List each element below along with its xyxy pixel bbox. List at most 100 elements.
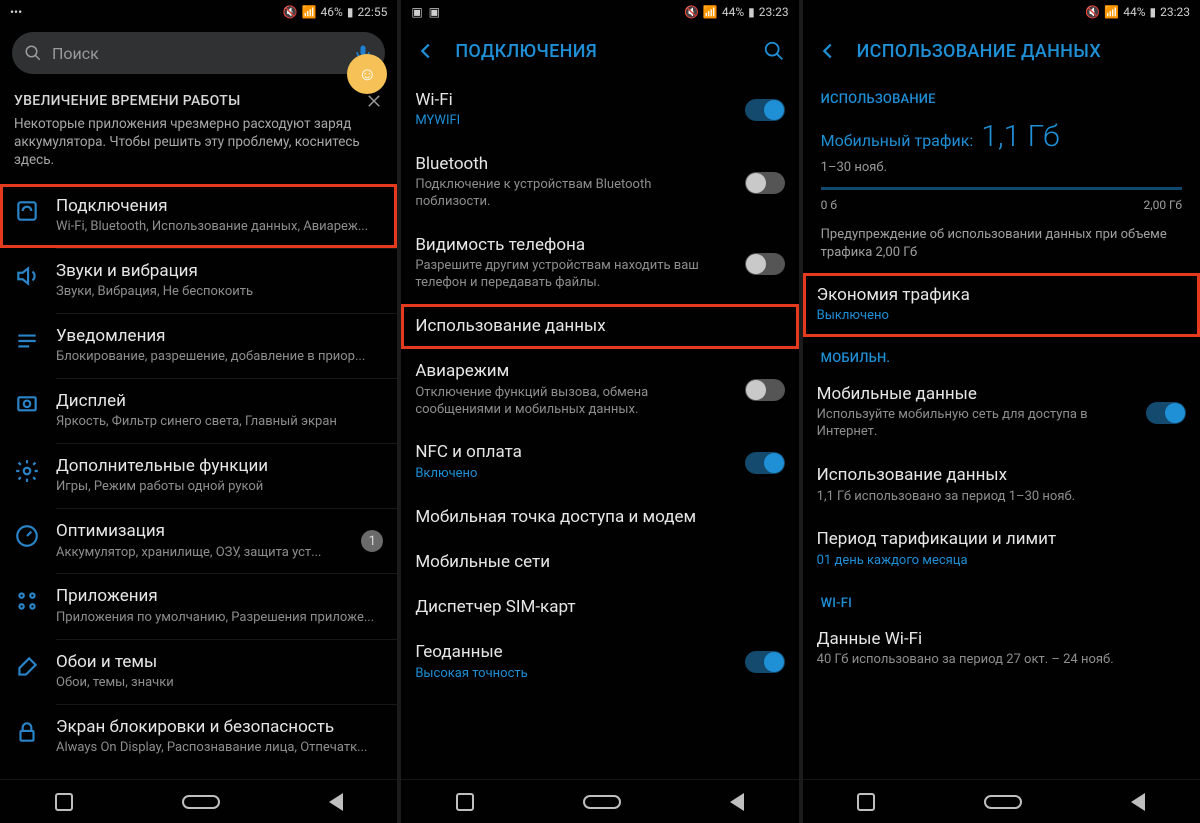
- more-icon: •••: [10, 5, 22, 19]
- battery-banner[interactable]: УВЕЛИЧЕНИЕ ВРЕМЕНИ РАБОТЫ Некоторые прил…: [0, 82, 397, 184]
- row-title: Диспетчер SIM-карт: [415, 597, 784, 618]
- statusbar: ▣ ▣ 🔇 📶 44% ▮ 23:23: [401, 0, 798, 24]
- connections-list[interactable]: Wi-Fi MYWIFI Bluetooth Подключение к уст…: [401, 78, 798, 779]
- back-icon[interactable]: [415, 40, 437, 62]
- row-connections[interactable]: Подключения Wi-Fi, Bluetooth, Использова…: [0, 184, 397, 248]
- row-mobile-data[interactable]: Мобильные данные Используйте мобильную с…: [803, 372, 1200, 453]
- row-title: Экран блокировки и безопасность: [56, 717, 383, 738]
- banner-title: УВЕЛИЧЕНИЕ ВРЕМЕНИ РАБОТЫ: [14, 92, 383, 111]
- nfc-toggle[interactable]: [745, 452, 785, 474]
- usage-label: Мобильный трафик:: [821, 131, 974, 150]
- nav-home[interactable]: [182, 795, 220, 809]
- wifi-toggle[interactable]: [745, 99, 785, 121]
- close-icon[interactable]: [365, 92, 383, 110]
- row-title: Геоданные: [415, 642, 728, 663]
- row-title: Дополнительные функции: [56, 456, 383, 477]
- row-apps[interactable]: Приложения Приложения по умолчанию, Разр…: [0, 574, 397, 638]
- signal-icon: 📶: [703, 5, 718, 19]
- airplane-toggle[interactable]: [745, 379, 785, 401]
- row-title: Приложения: [56, 586, 383, 607]
- row-nfc[interactable]: NFC и оплата Включено: [401, 430, 798, 494]
- row-data-saver[interactable]: Экономия трафика Выключено: [803, 273, 1200, 337]
- nav-recent[interactable]: [456, 793, 474, 811]
- row-sub: Используйте мобильную сеть для доступа в…: [817, 407, 1130, 441]
- usage-summary[interactable]: Мобильный трафик: 1,1 Гб 1–30 нояб. 0 б …: [803, 113, 1200, 273]
- row-sub: Аккумулятор, хранилище, ОЗУ, защита уст.…: [56, 545, 345, 562]
- row-bluetooth[interactable]: Bluetooth Подключение к устройствам Blue…: [401, 142, 798, 223]
- row-location[interactable]: Геоданные Высокая точность: [401, 630, 798, 694]
- row-sub: 40 Гб использовано за период 27 окт. – 2…: [817, 652, 1186, 669]
- location-toggle[interactable]: [745, 651, 785, 673]
- header-title: ПОДКЛЮЧЕНИЯ: [455, 41, 597, 62]
- row-mobile-networks[interactable]: Мобильные сети: [401, 540, 798, 585]
- row-title: Звуки и вибрация: [56, 261, 383, 282]
- nav-back[interactable]: [1131, 793, 1145, 811]
- wifi-icon: [14, 198, 40, 224]
- nav-recent[interactable]: [857, 793, 875, 811]
- gear-icon: [14, 458, 40, 484]
- header: ИСПОЛЬЗОВАНИЕ ДАННЫХ: [803, 24, 1200, 78]
- clock: 23:23: [759, 5, 789, 19]
- row-title: NFC и оплата: [415, 442, 728, 463]
- row-sub: Always On Display, Распознавание лица, О…: [56, 740, 383, 757]
- row-hotspot[interactable]: Мобильная точка доступа и модем: [401, 495, 798, 540]
- row-sub: Яркость, Фильтр синего света, Главный эк…: [56, 414, 383, 431]
- row-title: Wi-Fi: [415, 90, 728, 111]
- banner-body: Некоторые приложения чрезмерно расходуют…: [14, 115, 383, 170]
- row-sub: Приложения по умолчанию, Разрешения прил…: [56, 610, 383, 627]
- battery-percent: 44%: [1123, 5, 1145, 19]
- mobile-data-toggle[interactable]: [1146, 402, 1186, 424]
- row-title: Использование данных: [817, 465, 1186, 486]
- back-icon[interactable]: [817, 40, 839, 62]
- usage-scale-min: 0 б: [821, 198, 837, 212]
- row-sub: Игры, Режим работы одной рукой: [56, 479, 383, 496]
- row-sub: Выключено: [817, 308, 1186, 325]
- row-sounds[interactable]: Звуки и вибрация Звуки, Вибрация, Не бес…: [0, 249, 397, 313]
- row-sub: 01 день каждого месяца: [817, 553, 1186, 570]
- row-title: Bluetooth: [415, 154, 728, 175]
- clock: 22:55: [357, 5, 387, 19]
- row-optimization[interactable]: Оптимизация Аккумулятор, хранилище, ОЗУ,…: [0, 509, 397, 573]
- settings-list[interactable]: Подключения Wi-Fi, Bluetooth, Использова…: [0, 184, 397, 779]
- row-title: Оптимизация: [56, 521, 345, 542]
- section-wifi-label: WI-FI: [803, 582, 1200, 617]
- clock: 23:23: [1160, 5, 1190, 19]
- row-title: Мобильная точка доступа и модем: [415, 507, 784, 528]
- header-title: ИСПОЛЬЗОВАНИЕ ДАННЫХ: [857, 41, 1101, 62]
- nav-home[interactable]: [984, 795, 1022, 809]
- row-themes[interactable]: Обои и темы Обои, темы, значки: [0, 640, 397, 704]
- screen-settings: ••• 🔇 📶 46% ▮ 22:55 Поиск ☺ УВЕЛИЧЕНИЕ В…: [0, 0, 397, 823]
- nav-home[interactable]: [583, 795, 621, 809]
- row-billing-cycle[interactable]: Период тарификации и лимит 01 день каждо…: [803, 517, 1200, 581]
- nav-back[interactable]: [730, 793, 744, 811]
- row-visibility[interactable]: Видимость телефона Разрешите другим устр…: [401, 223, 798, 304]
- bluetooth-toggle[interactable]: [745, 172, 785, 194]
- row-data-usage[interactable]: Использование данных: [401, 304, 798, 349]
- row-title: Данные Wi-Fi: [817, 629, 1186, 650]
- row-display[interactable]: Дисплей Яркость, Фильтр синего света, Гл…: [0, 379, 397, 443]
- row-mobile-usage[interactable]: Использование данных 1,1 Гб использовано…: [803, 453, 1200, 517]
- row-title: Видимость телефона: [415, 235, 728, 256]
- usage-scale-max: 2,00 Гб: [1143, 198, 1182, 212]
- search-input[interactable]: Поиск: [12, 32, 385, 74]
- signal-icon: 📶: [302, 5, 317, 19]
- search-icon[interactable]: [763, 40, 785, 62]
- mute-icon: 🔇: [1085, 5, 1100, 19]
- visibility-toggle[interactable]: [745, 253, 785, 275]
- nav-back[interactable]: [329, 793, 343, 811]
- row-wifi-usage[interactable]: Данные Wi-Fi 40 Гб использовано за перио…: [803, 617, 1200, 681]
- list-icon: [14, 328, 40, 354]
- row-sim-manager[interactable]: Диспетчер SIM-карт: [401, 585, 798, 630]
- row-sub: MYWIFI: [415, 113, 728, 130]
- row-sub: Разрешите другим устройствам находить ва…: [415, 258, 728, 292]
- row-notifications[interactable]: Уведомления Блокирование, разрешение, до…: [0, 314, 397, 378]
- row-title: Экономия трафика: [817, 285, 1186, 306]
- mute-icon: 🔇: [283, 5, 298, 19]
- navbar: [0, 779, 397, 823]
- battery-icon: ▮: [347, 5, 354, 19]
- row-lockscreen[interactable]: Экран блокировки и безопасность Always O…: [0, 705, 397, 769]
- row-wifi[interactable]: Wi-Fi MYWIFI: [401, 78, 798, 142]
- row-advanced[interactable]: Дополнительные функции Игры, Режим работ…: [0, 444, 397, 508]
- nav-recent[interactable]: [55, 793, 73, 811]
- row-airplane[interactable]: Авиарежим Отключение функций вызова, обм…: [401, 349, 798, 430]
